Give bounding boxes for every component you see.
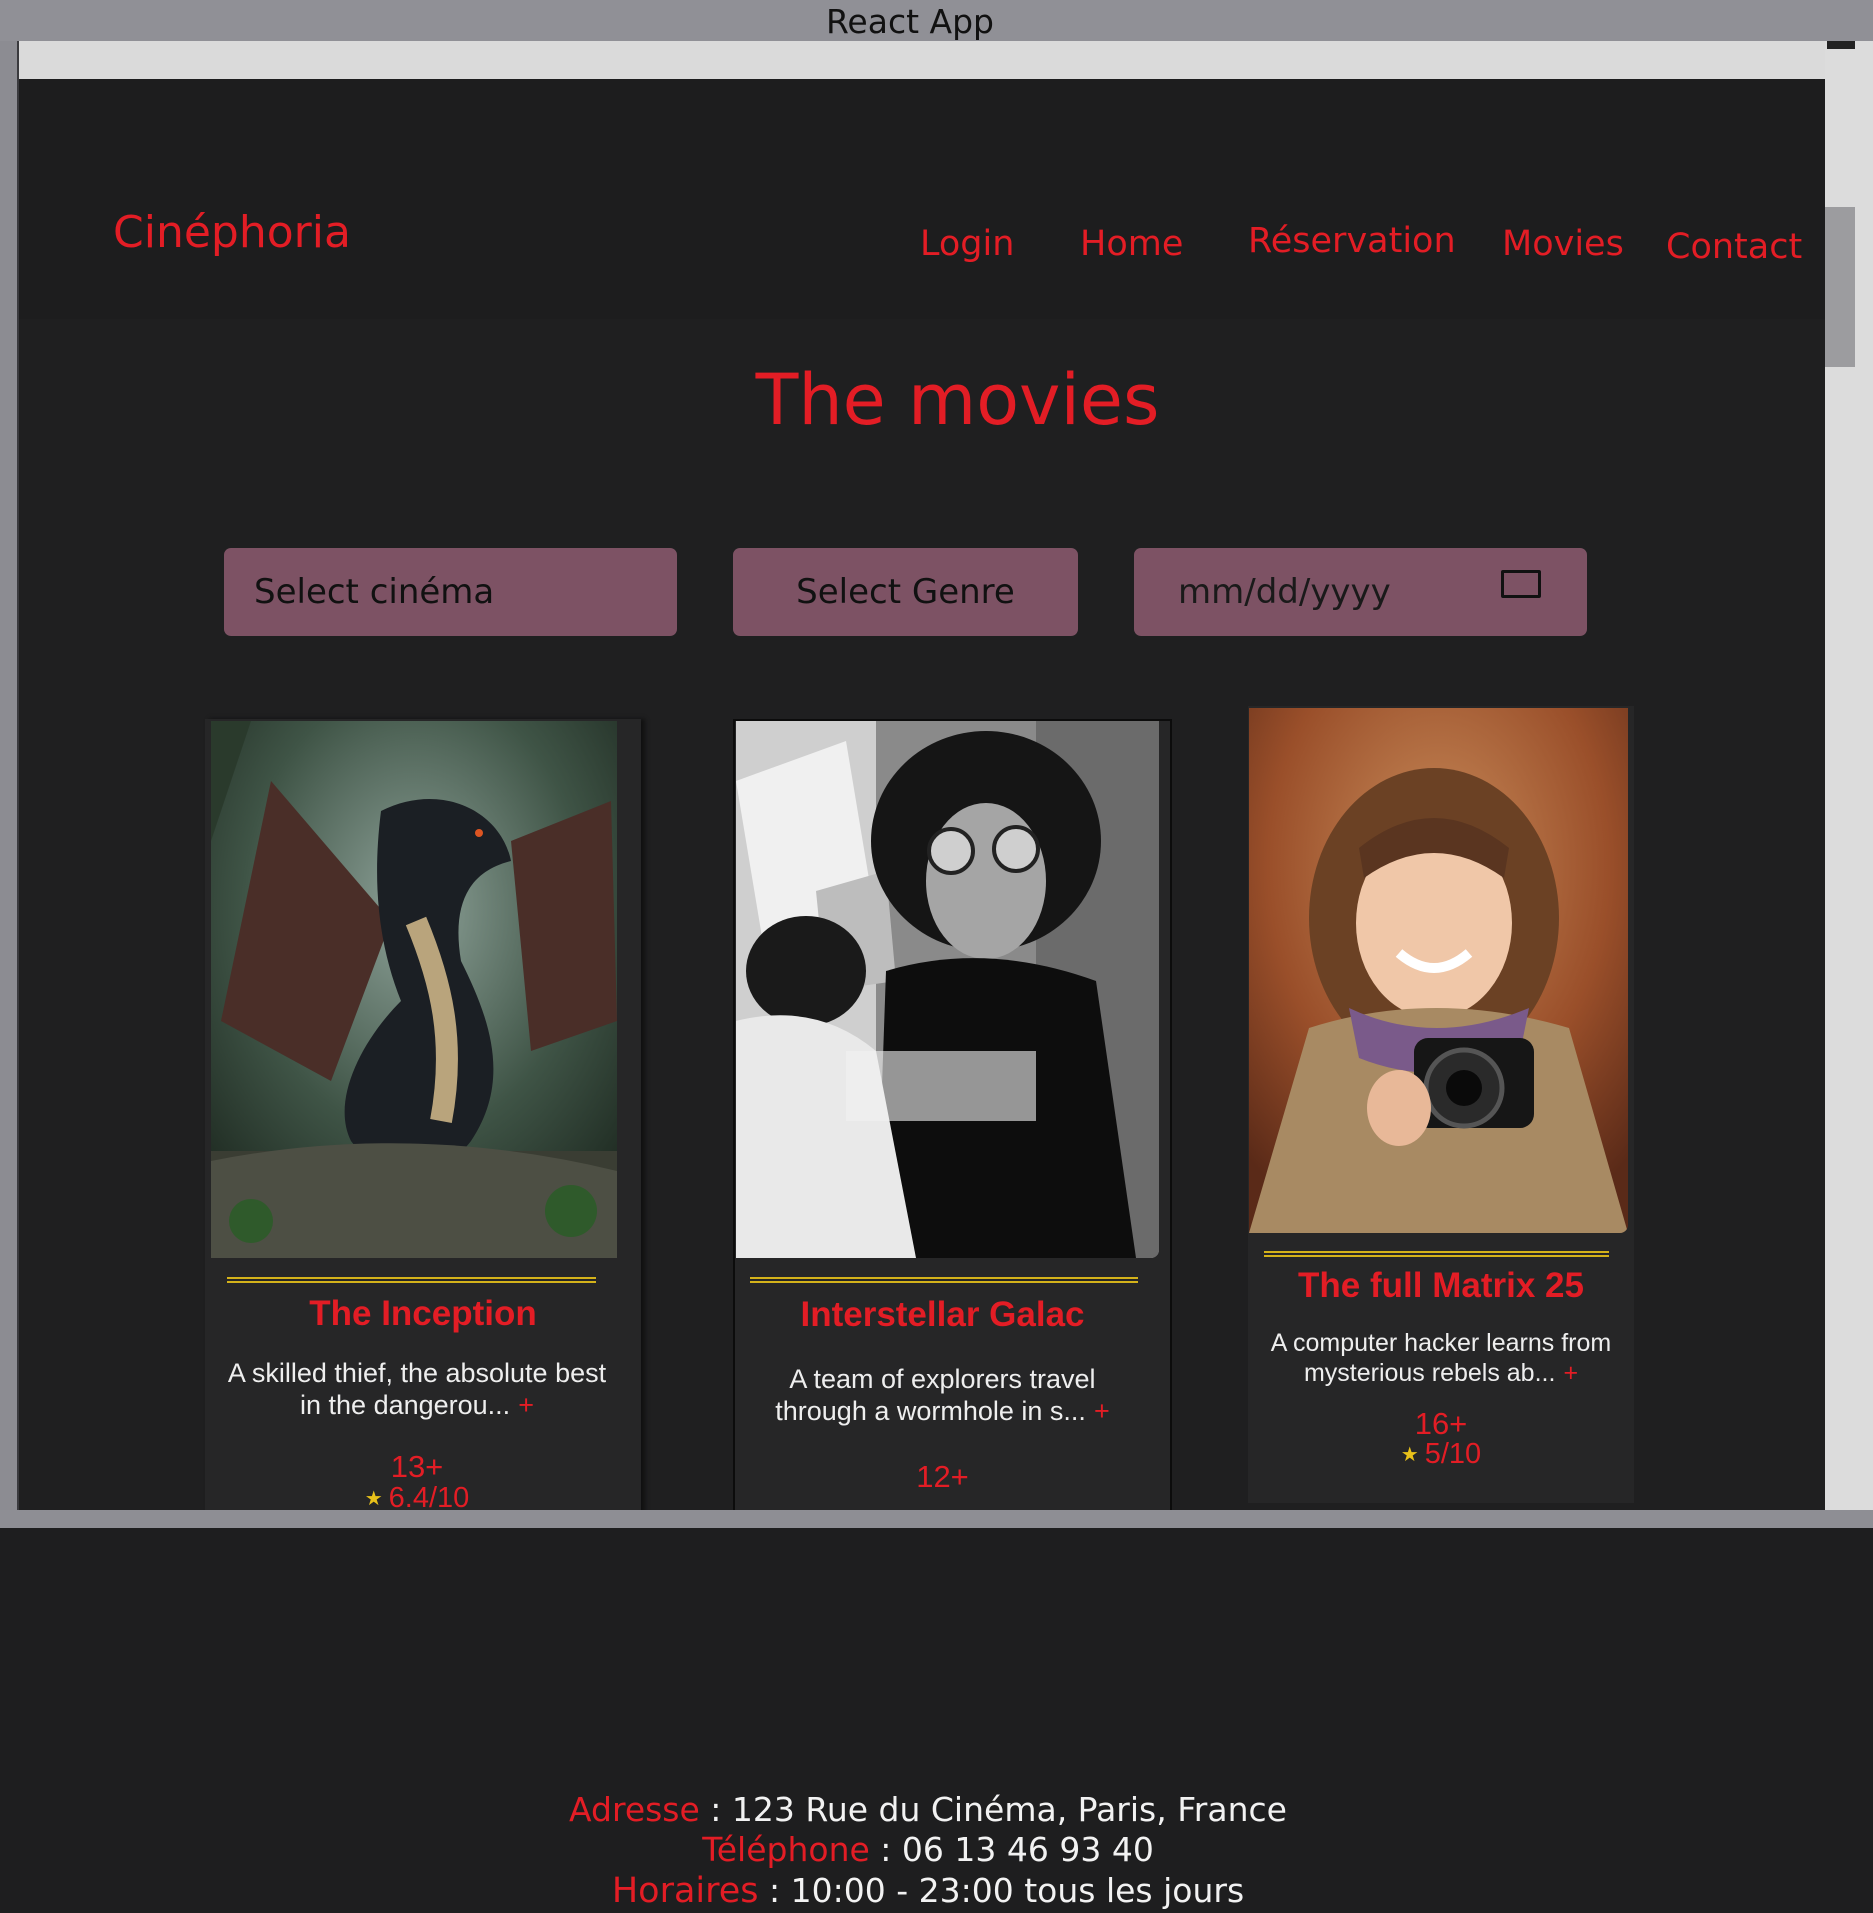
nav-reservation[interactable]: Réservation [1248,221,1456,261]
girl-poster-image [1249,708,1628,1233]
window-title: React App [825,2,994,41]
scrollbar-cap [1827,41,1855,49]
cinema-select[interactable]: Select cinéma [224,548,677,636]
app-viewport: Cinéphoria Login Home Réservation Movies… [19,79,1825,1510]
portrait-poster-image [736,721,1159,1258]
footer-phone-label: Téléphone [702,1830,870,1869]
nav-login[interactable]: Login [920,224,1014,264]
window-titlebar: React App [0,0,1873,41]
movie-poster-dragon[interactable] [211,721,617,1258]
site-header: Cinéphoria Login Home Réservation Movies… [19,79,1825,319]
movie-description-line2: through a wormhole in s... [775,1396,1086,1426]
read-more-button[interactable]: + [1563,1359,1578,1387]
movie-card[interactable]: The full Matrix 25 A computer hacker lea… [1248,706,1634,1503]
movie-description-line2: mysterious rebels ab... [1303,1359,1556,1387]
footer-address-label: Adresse [569,1790,700,1829]
nav-home[interactable]: Home [1080,224,1183,264]
footer-hours-label: Horaires [611,1871,759,1911]
movie-card[interactable]: The Inception A skilled thief, the absol… [205,719,641,1510]
footer-hours: Horaires : 10:00 - 23:00 tous les jours [0,1871,1856,1911]
movie-title[interactable]: The full Matrix 25 [1248,1266,1634,1306]
movie-rating-value: 6.4/10 [388,1482,470,1510]
age-rating: 16+ [1414,1406,1468,1441]
date-input[interactable]: mm/dd/yyyy [1134,548,1587,636]
cinema-select-label: Select cinéma [254,572,495,612]
window-left-border [0,41,17,1531]
movie-description-line2: in the dangerou... [300,1390,511,1420]
genre-select[interactable]: Select Genre [733,548,1078,636]
age-rating: 12+ [916,1459,969,1494]
window-bottom-border [0,1510,1873,1528]
footer-address-value: : 123 Rue du Cinéma, Paris, France [699,1790,1287,1829]
star-icon: ★ [1400,1444,1419,1466]
movie-title[interactable]: The Inception [205,1294,641,1334]
read-more-button[interactable]: + [1094,1396,1110,1426]
footer-phone-value: : 06 13 46 93 40 [869,1830,1154,1869]
movie-description-line1: A team of explorers travel [789,1364,1096,1394]
movie-poster-girl[interactable] [1249,708,1628,1233]
movie-rating-value: 5/10 [1424,1438,1482,1470]
movie-title[interactable]: Interstellar Galac [735,1295,1170,1335]
movie-poster-portrait[interactable] [736,721,1159,1258]
scrollbar-thumb[interactable] [1825,207,1855,367]
movie-description-line1: A skilled thief, the absolute best [227,1358,607,1388]
star-icon: ★ [364,1488,383,1510]
movie-description: A computer hacker learns from mysterious… [1248,1328,1634,1388]
footer-address: Adresse : 123 Rue du Cinéma, Paris, Fran… [0,1790,1856,1829]
footer-phone: Téléphone : 06 13 46 93 40 [0,1830,1856,1869]
card-divider [750,1277,1138,1283]
dragon-poster-image [211,721,617,1258]
movie-card[interactable]: Interstellar Galac A team of explorers t… [733,719,1172,1510]
card-divider [227,1277,596,1283]
genre-select-label: Select Genre [796,572,1015,612]
calendar-icon[interactable] [1501,570,1541,598]
movie-rating: ★ 5/10 [1248,1438,1634,1471]
nav-contact[interactable]: Contact [1666,227,1802,267]
date-input-placeholder: mm/dd/yyyy [1178,572,1391,612]
browser-toolbar [19,41,1825,79]
nav-movies[interactable]: Movies [1502,224,1624,264]
movie-description: A skilled thief, the absolute best in th… [205,1357,629,1421]
footer-hours-value: : 10:00 - 23:00 tous les jours [758,1871,1245,1910]
movie-description-line1: A computer hacker learns from [1270,1329,1612,1357]
main-nav: Login Home Réservation Movies Contact [19,221,1825,284]
movie-rating: ★ 6.4/10 [205,1482,641,1510]
movie-description: A team of explorers travel through a wor… [735,1363,1150,1427]
scrollbar[interactable] [1825,41,1873,1511]
age-rating: 13+ [390,1449,444,1484]
page-title: The movies [755,359,1160,441]
site-footer: Adresse : 123 Rue du Cinéma, Paris, Fran… [0,1528,1873,1913]
card-divider [1264,1251,1609,1257]
read-more-button[interactable]: + [518,1390,534,1420]
